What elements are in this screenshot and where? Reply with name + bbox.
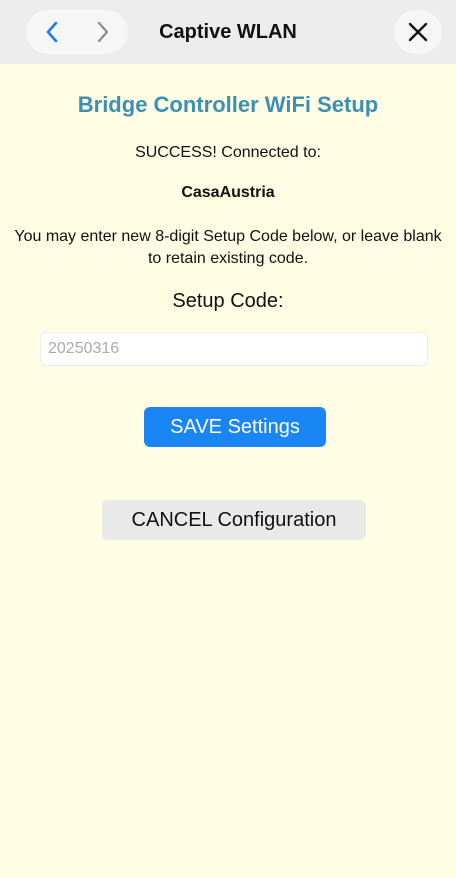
instructions-text: You may enter new 8-digit Setup Code bel…	[14, 228, 442, 267]
top-navigation-bar: Captive WLAN	[0, 0, 456, 64]
chevron-left-icon	[46, 21, 57, 43]
setup-code-label: Setup Code:	[172, 290, 284, 312]
window-title: Captive WLAN	[159, 21, 297, 43]
connection-status-text: SUCCESS! Connected to:	[135, 144, 321, 161]
network-name: CasaAustria	[181, 184, 275, 201]
save-settings-button[interactable]: SAVE Settings	[144, 407, 326, 447]
close-icon	[408, 22, 428, 42]
page-title: Bridge Controller WiFi Setup	[77, 92, 379, 117]
setup-form: Bridge Controller WiFi Setup SUCCESS! Co…	[0, 64, 456, 878]
cancel-configuration-button[interactable]: CANCEL Configuration	[102, 500, 366, 540]
close-button[interactable]	[394, 10, 442, 54]
setup-code-input[interactable]	[40, 332, 428, 366]
back-button[interactable]	[26, 10, 77, 54]
captive-portal-page: Captive WLAN Bridge Controller WiFi Setu…	[0, 0, 456, 878]
chevron-right-icon	[97, 21, 108, 43]
history-navigation-group	[26, 10, 128, 54]
